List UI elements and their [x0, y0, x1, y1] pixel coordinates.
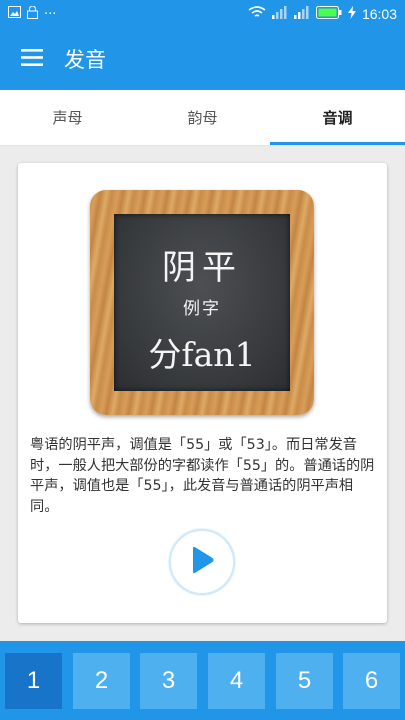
wifi-icon [248, 5, 266, 23]
clock: 16:03 [361, 6, 397, 22]
lock-icon [27, 5, 38, 23]
battery-icon [315, 5, 342, 23]
tab-bar: 声母 韵母 音调 [0, 90, 405, 146]
tone-button-1[interactable]: 1 [5, 653, 62, 709]
tab-tones[interactable]: 音调 [270, 90, 405, 145]
tone-description: 粤语的阴平声，调值是「55」或「53」。而日常发音时，一般人把大部份的字都读作「… [30, 437, 375, 515]
charging-icon [347, 5, 356, 23]
chalkboard-image: 阴平 例字 分fan1 [90, 190, 314, 415]
chalkboard-slate: 阴平 例字 分fan1 [114, 214, 290, 391]
menu-icon [21, 48, 43, 70]
example-word: 分fan1 [148, 335, 256, 374]
image-icon [8, 6, 21, 22]
app-bar: 发音 [0, 28, 405, 90]
tone-button-3[interactable]: 3 [140, 653, 197, 709]
play-button[interactable] [169, 529, 235, 595]
page-title: 发音 [64, 48, 106, 72]
tab-finals[interactable]: 韵母 [135, 90, 270, 145]
play-icon [189, 546, 215, 578]
tone-number-bar: 1 2 3 4 5 6 [0, 641, 405, 720]
status-bar: ··· 16:03 [0, 0, 405, 28]
status-right: 16:03 [248, 5, 397, 23]
example-label: 例字 [183, 299, 221, 319]
tab-initials[interactable]: 声母 [0, 90, 135, 145]
tone-button-4[interactable]: 4 [208, 653, 265, 709]
menu-button[interactable] [0, 28, 64, 90]
signal-icon [271, 5, 288, 23]
signal-icon [293, 5, 310, 23]
tone-button-2[interactable]: 2 [73, 653, 130, 709]
tone-button-5[interactable]: 5 [276, 653, 333, 709]
more-icon: ··· [44, 6, 57, 22]
tone-card: 阴平 例字 分fan1 粤语的阴平声，调值是「55」或「53」。而日常发音时，一… [18, 163, 387, 623]
tone-button-6[interactable]: 6 [343, 653, 400, 709]
status-left: ··· [8, 5, 57, 23]
tone-name: 阴平 [162, 248, 242, 288]
